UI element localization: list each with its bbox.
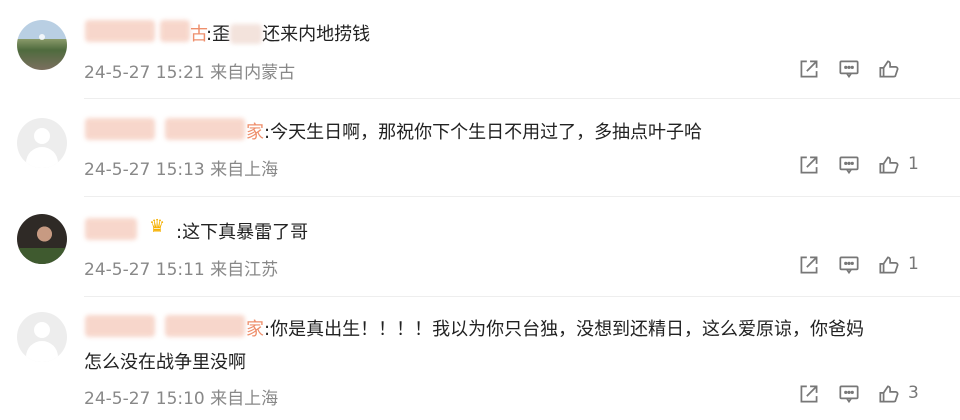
comment-icon[interactable] xyxy=(836,252,862,278)
thumbs-up-icon[interactable] xyxy=(876,56,902,82)
default-avatar-icon xyxy=(34,128,50,144)
comment-item: 家 :今天生日啊，那祝你下个生日不用过了，多抽点叶子哈 24-5-27 15:1… xyxy=(0,100,960,200)
comment-time: 24-5-27 15:13 xyxy=(84,160,205,180)
divider xyxy=(84,98,960,99)
comment-text: :今天生日啊，那祝你下个生日不用过了，多抽点叶子哈 xyxy=(264,122,703,143)
comment-actions: 1 xyxy=(790,252,960,282)
username-masked[interactable] xyxy=(160,20,190,42)
avatar[interactable] xyxy=(17,214,67,264)
thumbs-up-icon[interactable] xyxy=(876,381,902,407)
username-suffix[interactable]: 家 xyxy=(246,118,264,144)
comment-icon[interactable] xyxy=(836,56,862,82)
share-icon[interactable] xyxy=(796,56,822,82)
comment-time: 24-5-27 15:10 xyxy=(84,389,205,409)
share-icon[interactable] xyxy=(796,381,822,407)
comment-text-line1: :你是真出生！！！！我以为你只台独，没想到还精日，这么爱原谅，你爸妈 xyxy=(264,319,865,340)
masked-text xyxy=(230,24,263,44)
comment-actions: 3 xyxy=(790,381,960,411)
comment-actions: 1 xyxy=(790,152,960,182)
like-count: 1 xyxy=(908,254,919,274)
avatar[interactable] xyxy=(17,118,67,168)
comment-text-prefix: :歪 xyxy=(206,24,231,45)
username-suffix[interactable]: 家 xyxy=(246,315,264,341)
comment-location: 来自上海 xyxy=(210,389,279,409)
thumbs-up-icon[interactable] xyxy=(876,252,902,278)
comment-meta: 24-5-27 15:21 来自内蒙古 xyxy=(84,58,295,83)
username-masked[interactable] xyxy=(85,20,155,42)
comment-time: 24-5-27 15:11 xyxy=(84,260,205,280)
default-avatar-icon xyxy=(26,341,58,362)
comment-meta: 24-5-27 15:10 来自上海 xyxy=(84,384,278,409)
comment-item: 古 :歪 还来内地捞钱 24-5-27 15:21 来自内蒙古 xyxy=(0,0,960,100)
comment-meta: 24-5-27 15:13 来自上海 xyxy=(84,155,278,180)
comment-location: 来自上海 xyxy=(210,160,279,180)
username-masked[interactable] xyxy=(85,315,155,337)
avatar[interactable] xyxy=(17,20,67,70)
username-masked[interactable] xyxy=(165,315,245,337)
comment-meta: 24-5-27 15:11 来自江苏 xyxy=(84,255,278,280)
comment-icon[interactable] xyxy=(836,381,862,407)
comment-item: 家 :你是真出生！！！！我以为你只台独，没想到还精日，这么爱原谅，你爸妈 怎么没… xyxy=(0,300,960,420)
vip-crown-icon: ♛ xyxy=(149,216,166,237)
thumbs-up-icon[interactable] xyxy=(876,152,902,178)
divider xyxy=(84,196,960,197)
like-count: 3 xyxy=(908,383,919,403)
comment-text-suffix: 还来内地捞钱 xyxy=(262,24,371,45)
comment-actions xyxy=(790,56,960,86)
share-icon[interactable] xyxy=(796,152,822,178)
comment-location: 来自江苏 xyxy=(210,260,279,280)
comment-item: ♛ :这下真暴雷了哥 24-5-27 15:11 来自江苏 1 xyxy=(0,200,960,300)
comment-time: 24-5-27 15:21 xyxy=(84,63,205,83)
avatar[interactable] xyxy=(17,312,67,362)
default-avatar-icon xyxy=(26,147,58,168)
username-masked[interactable] xyxy=(85,218,137,240)
comment-icon[interactable] xyxy=(836,152,862,178)
default-avatar-icon xyxy=(34,322,50,338)
comment-text: :这下真暴雷了哥 xyxy=(176,222,309,243)
like-count: 1 xyxy=(908,154,919,174)
comment-text-line2: 怎么没在战争里没啊 xyxy=(84,352,246,373)
username-masked[interactable] xyxy=(85,118,155,140)
divider xyxy=(84,296,960,297)
username-masked[interactable] xyxy=(165,118,245,140)
comment-location: 来自内蒙古 xyxy=(210,63,296,83)
share-icon[interactable] xyxy=(796,252,822,278)
comment-text: :歪 还来内地捞钱 xyxy=(206,20,370,46)
